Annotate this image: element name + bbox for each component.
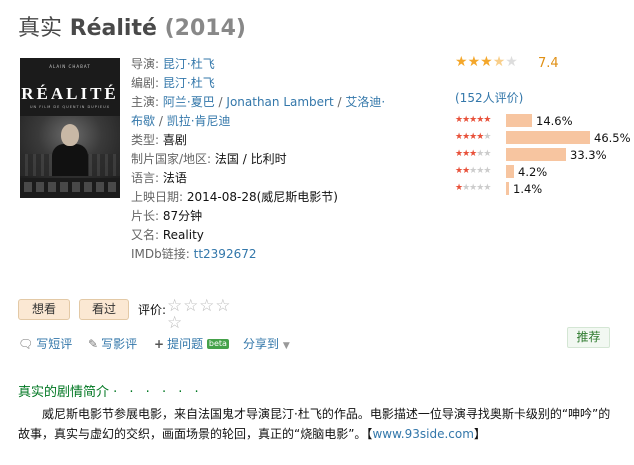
rate-label: 评价: — [138, 303, 167, 317]
short-review-link[interactable]: 🗨 写短评 — [18, 335, 72, 352]
cast-link-2[interactable]: Jonathan Lambert — [226, 95, 333, 109]
distribution-row-4: ★★★★★ 46.5% — [455, 130, 631, 147]
distribution-stars-icon: ★★★★★ — [455, 115, 491, 125]
rate-stars-input[interactable]: ☆ ☆ ☆ ☆ ☆ — [167, 298, 244, 332]
genre-row: 类型: 喜剧 — [131, 131, 376, 150]
distribution-percent: 4.2% — [518, 165, 548, 179]
chevron-down-icon: ▼ — [282, 341, 290, 351]
country-value: 法国 / 比利时 — [214, 152, 287, 166]
cast-link-3[interactable]: 艾洛迪· — [345, 95, 385, 109]
distribution-row-2: ★★★★★ 4.2% — [455, 164, 625, 181]
release-label: 上映日期: — [131, 190, 184, 204]
genre-value: 喜剧 — [162, 133, 187, 147]
rate-star-4-icon[interactable]: ☆ — [215, 296, 230, 316]
rating-star-3-icon: ★ — [480, 53, 493, 70]
genre-label: 类型: — [131, 133, 160, 147]
synopsis-heading: 真实的剧情简介 · · · · · · — [18, 385, 203, 400]
poster-subtitle: UN FILM DE QUENTIN DUPIEUX — [29, 105, 111, 109]
poster-credits — [24, 182, 116, 192]
cast-row-2: 布歇 / 凯拉·肯尼迪 — [131, 114, 231, 128]
source-link[interactable]: www.93side.com — [372, 427, 473, 441]
distribution-stars-icon: ★★★★★ — [455, 132, 491, 142]
synopsis-text: 威尼斯电影节参展电影，来自法国鬼才导演昆汀·杜飞的作品。电影描述一位导演寻找奥斯… — [18, 407, 611, 441]
language-row: 语言: 法语 — [131, 169, 376, 188]
aka-value: Reality — [162, 228, 204, 242]
share-dropdown[interactable]: 分享到 ▼ — [243, 335, 290, 352]
recommend-button[interactable]: 推荐 — [567, 327, 610, 348]
movie-title: 真实 Réalité (2014) — [18, 10, 246, 42]
writer-link[interactable]: 昆汀·杜飞 — [163, 76, 215, 90]
writer-row: 编剧: 昆汀·杜飞 — [131, 74, 376, 93]
writer-label: 编剧: — [131, 76, 160, 90]
distribution-stars-icon: ★★★★★ — [455, 183, 491, 193]
movie-poster[interactable]: ALAIN CHABAT RÉALITÉ UN FILM DE QUENTIN … — [20, 58, 120, 198]
distribution-stars-icon: ★★★★★ — [455, 149, 491, 159]
rate-star-5-icon[interactable]: ☆ — [167, 313, 182, 333]
beta-badge: beta — [206, 339, 229, 349]
distribution-stars-icon: ★★★★★ — [455, 166, 491, 176]
plus-icon: + — [154, 337, 165, 351]
rating-stars: ★ ★ ★ ★ ★ — [455, 55, 518, 69]
distribution-row-3: ★★★★★ 33.3% — [455, 147, 625, 164]
runtime-value: 87分钟 — [162, 209, 203, 223]
rating-star-5-icon: ★ — [505, 53, 518, 70]
poster-top-text: ALAIN CHABAT — [49, 64, 91, 69]
title-chinese: 真实 — [18, 16, 63, 41]
cast-row: 主演: 阿兰·夏巴 / Jonathan Lambert / 艾洛迪· — [131, 95, 386, 109]
distribution-bar — [506, 165, 514, 178]
cast-label: 主演: — [131, 95, 160, 109]
release-row: 上映日期: 2014-08-28(威尼斯电影节) — [131, 188, 376, 207]
poster-figure-head — [61, 124, 79, 146]
rating-distribution: ★★★★★ 14.6% ★★★★★ 46.5% ★★★★★ 33.3% ★★★★★ 4.2% ★… — [455, 113, 631, 198]
rating-score: 7.4 — [538, 56, 559, 71]
cast-link-3-cont[interactable]: 布歇 — [131, 114, 155, 128]
pencil-icon: ✎ — [88, 337, 99, 351]
rating-star-4-icon: ★ — [492, 53, 506, 70]
distribution-percent: 33.3% — [570, 148, 607, 162]
want-to-see-button[interactable]: 想看 — [18, 299, 70, 320]
country-row: 制片国家/地区: 法国 / 比利时 — [131, 150, 376, 169]
distribution-percent: 46.5% — [594, 131, 631, 145]
comment-icon: 🗨 — [18, 337, 34, 351]
distribution-percent: 14.6% — [536, 114, 573, 128]
heading-dots: · · · · · · — [113, 385, 203, 400]
title-original: Réalité — [69, 16, 157, 41]
rating-star-1-icon: ★ — [455, 53, 468, 70]
votes-link[interactable]: (152人评价) — [455, 89, 523, 106]
director-link[interactable]: 昆汀·杜飞 — [163, 57, 215, 71]
rating-summary: ★ ★ ★ ★ ★ 7.4 (152人评价) — [455, 54, 625, 106]
distribution-bar — [506, 114, 532, 127]
poster-title: RÉALITÉ — [21, 84, 119, 103]
rate-star-3-icon[interactable]: ☆ — [199, 296, 214, 316]
poster-figure-body — [52, 144, 88, 176]
language-value: 法语 — [162, 171, 187, 185]
title-year: (2014) — [164, 16, 246, 41]
release-value: 2014-08-28(威尼斯电影节) — [186, 190, 338, 204]
aka-row: 又名: Reality — [131, 226, 376, 245]
cast-link-1[interactable]: 阿兰·夏巴 — [163, 95, 215, 109]
ask-question-link[interactable]: + 提问题 beta — [154, 335, 229, 352]
imdb-label: IMDb链接: — [131, 247, 190, 261]
rate-star-2-icon[interactable]: ☆ — [183, 296, 198, 316]
aka-label: 又名: — [131, 228, 160, 242]
distribution-bar — [506, 148, 566, 161]
imdb-row: IMDb链接: tt2392672 — [131, 245, 376, 264]
director-row: 导演: 昆汀·杜飞 — [131, 55, 376, 74]
seen-button[interactable]: 看过 — [79, 299, 129, 320]
distribution-row-5: ★★★★★ 14.6% — [455, 113, 625, 130]
distribution-row-1: ★★★★★ 1.4% — [455, 181, 625, 198]
distribution-bar — [506, 131, 590, 144]
imdb-link[interactable]: tt2392672 — [194, 247, 257, 261]
runtime-row: 片长: 87分钟 — [131, 207, 376, 226]
country-label: 制片国家/地区: — [131, 152, 212, 166]
rating-star-2-icon: ★ — [467, 53, 481, 70]
runtime-label: 片长: — [131, 209, 160, 223]
director-label: 导演: — [131, 57, 160, 71]
write-review-link[interactable]: ✎ 写影评 — [88, 335, 137, 352]
movie-info: 导演: 昆汀·杜飞 编剧: 昆汀·杜飞 主演: 阿兰·夏巴 / Jonathan… — [131, 55, 386, 264]
distribution-percent: 1.4% — [513, 182, 543, 196]
language-label: 语言: — [131, 171, 160, 185]
cast-link-4[interactable]: 凯拉·肯尼迪 — [167, 114, 231, 128]
distribution-bar — [506, 182, 509, 195]
